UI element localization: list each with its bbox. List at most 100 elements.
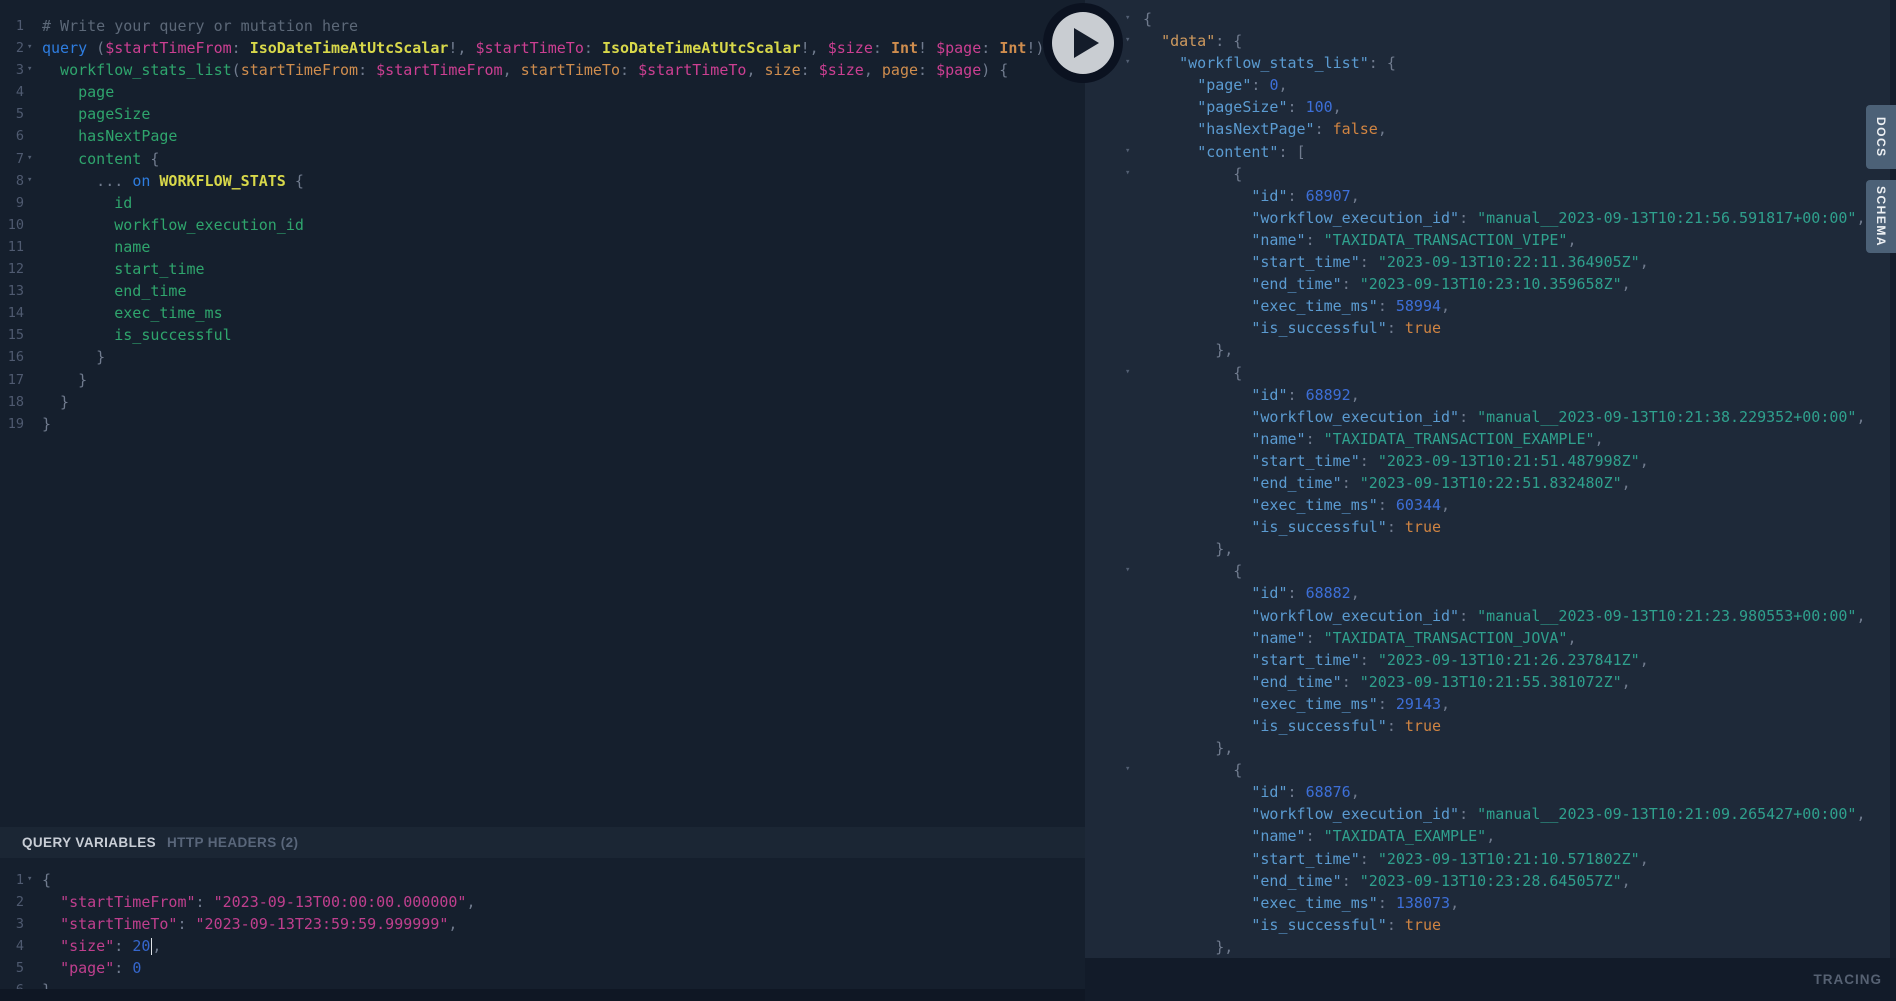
code-text: "end_time": "2023-09-13T10:23:10.359658Z…	[1143, 273, 1631, 295]
tab-schema[interactable]: SCHEMA	[1866, 180, 1896, 253]
token: "TAXIDATA_EXAMPLE"	[1324, 827, 1487, 845]
token	[1143, 430, 1251, 448]
token: ,	[1486, 827, 1495, 845]
code-line: "name": "TAXIDATA_EXAMPLE",	[1085, 825, 1896, 847]
line-number: 10	[0, 214, 24, 236]
token: "2023-09-13T10:22:51.832480Z"	[1360, 474, 1622, 492]
token	[1143, 297, 1251, 315]
query-editor[interactable]: 1# Write your query or mutation here2▾qu…	[0, 0, 1085, 827]
tab-http-headers[interactable]: HTTP HEADERS (2)	[167, 835, 298, 850]
token: ,	[1450, 894, 1459, 912]
token: "manual__2023-09-13T10:21:23.980553+00:0…	[1477, 607, 1856, 625]
token: {	[1143, 10, 1152, 28]
token: }	[42, 981, 51, 989]
code-text: "start_time": "2023-09-13T10:22:11.36490…	[1143, 251, 1649, 273]
response-viewer[interactable]: ▾{▾ "data": {▾ "workflow_stats_list": { …	[1085, 0, 1896, 958]
line-number: 15	[0, 324, 24, 346]
token: "end_time"	[1251, 474, 1341, 492]
token: },	[1143, 938, 1233, 956]
token: "hasNextPage"	[1197, 120, 1314, 138]
token: true	[1405, 518, 1441, 536]
code-text: hasNextPage	[42, 125, 177, 147]
code-line: "start_time": "2023-09-13T10:21:26.23784…	[1085, 649, 1896, 671]
token: "manual__2023-09-13T10:21:38.229352+00:0…	[1477, 408, 1856, 426]
token: :	[1251, 76, 1269, 94]
line-number: 11	[0, 236, 24, 258]
fold-arrow-icon[interactable]: ▾	[1125, 29, 1130, 51]
token	[1143, 231, 1251, 249]
code-text: "id": 68882,	[1143, 582, 1360, 604]
fold-arrow-icon[interactable]: ▾	[1125, 361, 1130, 383]
token: "is_successful"	[1251, 916, 1386, 934]
variables-tab-bar: QUERY VARIABLES HTTP HEADERS (2)	[0, 827, 1085, 858]
code-line: "end_time": "2023-09-13T10:23:10.359658Z…	[1085, 273, 1896, 295]
token: true	[1405, 916, 1441, 934]
token: :	[1387, 916, 1405, 934]
token: 29143	[1396, 695, 1441, 713]
token: :	[232, 39, 250, 57]
token	[1143, 408, 1251, 426]
code-text: id	[42, 192, 132, 214]
line-number: 4	[0, 935, 24, 957]
query-variables-editor[interactable]: 1▾{2 "startTimeFrom": "2023-09-13T00:00:…	[0, 858, 1085, 989]
tracing-label[interactable]: TRACING	[1814, 972, 1883, 987]
code-line: 17 }	[0, 369, 1085, 391]
token: :	[873, 39, 891, 57]
code-text: "exec_time_ms": 138073,	[1143, 892, 1459, 914]
fold-arrow-icon[interactable]: ▾	[1125, 51, 1130, 73]
fold-arrow-icon[interactable]: ▾	[27, 868, 32, 890]
fold-arrow-icon[interactable]: ▾	[27, 147, 32, 169]
execute-button[interactable]	[1043, 3, 1123, 83]
token: $size	[828, 39, 873, 57]
token: "start_time"	[1251, 253, 1359, 271]
token: ...	[42, 172, 132, 190]
token: :	[1288, 98, 1306, 116]
token: :	[1459, 805, 1477, 823]
token: :	[1378, 695, 1396, 713]
token: ,	[1441, 297, 1450, 315]
code-line: 4 page	[0, 81, 1085, 103]
fold-arrow-icon[interactable]: ▾	[1125, 7, 1130, 29]
code-text: "end_time": "2023-09-13T10:21:55.381072Z…	[1143, 671, 1631, 693]
token: "manual__2023-09-13T10:21:56.591817+00:0…	[1477, 209, 1856, 227]
fold-arrow-icon[interactable]: ▾	[1125, 559, 1130, 581]
token	[1143, 452, 1251, 470]
token: $startTimeTo	[638, 61, 746, 79]
token: },	[1143, 341, 1233, 359]
code-line: 2▾query ($startTimeFrom: IsoDateTimeAtUt…	[0, 37, 1085, 59]
token: }	[42, 415, 51, 433]
code-line: "workflow_execution_id": "manual__2023-0…	[1085, 605, 1896, 627]
fold-arrow-icon[interactable]: ▾	[1125, 758, 1130, 780]
code-line: "end_time": "2023-09-13T10:22:51.832480Z…	[1085, 472, 1896, 494]
token: !	[918, 39, 936, 57]
fold-arrow-icon[interactable]: ▾	[27, 36, 32, 58]
token: ,	[1640, 253, 1649, 271]
token: ,	[503, 61, 521, 79]
token: "exec_time_ms"	[1251, 496, 1377, 514]
tab-docs[interactable]: DOCS	[1866, 105, 1896, 169]
token: "name"	[1251, 231, 1305, 249]
token	[1143, 319, 1251, 337]
line-number: 4	[0, 81, 24, 103]
token: "workflow_execution_id"	[1251, 209, 1459, 227]
code-text: content {	[42, 148, 159, 170]
token: "startTimeFrom"	[60, 893, 195, 911]
token: :	[1387, 319, 1405, 337]
token: ,	[864, 61, 882, 79]
fold-arrow-icon[interactable]: ▾	[1125, 162, 1130, 184]
token: ,	[1622, 474, 1631, 492]
fold-arrow-icon[interactable]: ▾	[27, 58, 32, 80]
tab-query-variables[interactable]: QUERY VARIABLES	[22, 835, 156, 850]
token: ,	[1351, 584, 1360, 602]
code-text: page	[42, 81, 114, 103]
code-text: "exec_time_ms": 29143,	[1143, 693, 1450, 715]
code-text: {	[1143, 759, 1242, 781]
code-line: "exec_time_ms": 29143,	[1085, 693, 1896, 715]
code-line: "end_time": "2023-09-13T10:23:28.645057Z…	[1085, 870, 1896, 892]
fold-arrow-icon[interactable]: ▾	[27, 169, 32, 191]
code-text: workflow_stats_list(startTimeFrom: $star…	[42, 59, 1008, 81]
token: "id"	[1251, 783, 1287, 801]
token: query	[42, 39, 87, 57]
line-number: 14	[0, 302, 24, 324]
fold-arrow-icon[interactable]: ▾	[1125, 140, 1130, 162]
